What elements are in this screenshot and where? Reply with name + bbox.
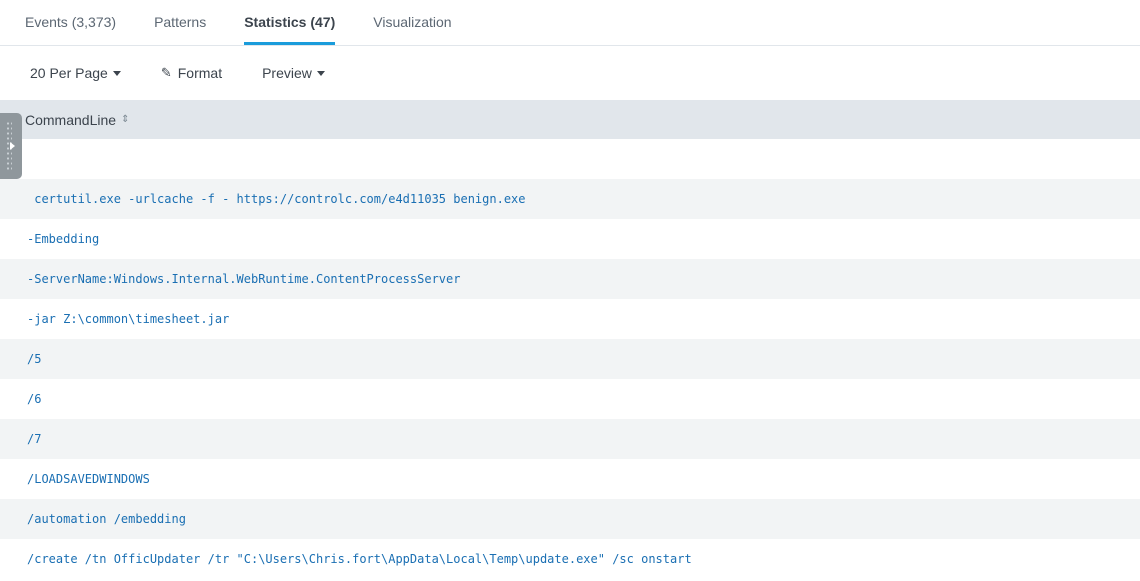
commandline-cell[interactable]: /create /tn OfficUpdater /tr "C:\Users\C… bbox=[27, 552, 692, 566]
commandline-cell[interactable]: /7 bbox=[27, 432, 41, 446]
commandline-cell[interactable]: certutil.exe -urlcache -f - https://cont… bbox=[27, 192, 525, 206]
table-row: -jar Z:\common\timesheet.jar bbox=[0, 299, 1140, 339]
tab-patterns[interactable]: Patterns bbox=[154, 0, 206, 45]
table-row: /5 bbox=[0, 339, 1140, 379]
column-header-commandline[interactable]: CommandLine ⇕ bbox=[0, 100, 1140, 139]
commandline-cell[interactable]: -Embedding bbox=[27, 232, 99, 246]
results-tabs: Events (3,373) Patterns Statistics (47) … bbox=[0, 0, 1140, 46]
per-page-label: 20 Per Page bbox=[30, 65, 108, 81]
table-row: /create /tn OfficUpdater /tr "C:\Users\C… bbox=[0, 539, 1140, 579]
table-row: /7 bbox=[0, 419, 1140, 459]
sort-icon[interactable]: ⇕ bbox=[121, 114, 129, 125]
pencil-icon: ✎ bbox=[160, 65, 172, 80]
preview-label: Preview bbox=[262, 65, 312, 81]
column-header-label: CommandLine bbox=[25, 111, 117, 128]
table-body: certutil.exe -urlcache -f - https://cont… bbox=[0, 139, 1140, 579]
tab-events[interactable]: Events (3,373) bbox=[25, 0, 116, 45]
table-row bbox=[0, 139, 1140, 179]
expand-handle-icon bbox=[10, 142, 15, 150]
results-toolbar: 20 Per Page ✎ Format Preview bbox=[0, 46, 1140, 100]
table-row: /automation /embedding bbox=[0, 499, 1140, 539]
commandline-cell[interactable]: /5 bbox=[27, 352, 41, 366]
tab-visualization[interactable]: Visualization bbox=[373, 0, 451, 45]
table-row: -Embedding bbox=[0, 219, 1140, 259]
commandline-cell[interactable]: /automation /embedding bbox=[27, 512, 186, 526]
commandline-cell[interactable]: /LOADSAVEDWINDOWS bbox=[27, 472, 150, 486]
caret-down-icon bbox=[112, 70, 121, 76]
caret-down-icon bbox=[316, 70, 325, 76]
commandline-cell[interactable]: /6 bbox=[27, 392, 41, 406]
table-row: /LOADSAVEDWINDOWS bbox=[0, 459, 1140, 499]
tab-statistics[interactable]: Statistics (47) bbox=[244, 0, 336, 45]
format-label: Format bbox=[177, 65, 223, 81]
commandline-cell[interactable]: -ServerName:Windows.Internal.WebRuntime.… bbox=[27, 272, 460, 286]
table-row: -ServerName:Windows.Internal.WebRuntime.… bbox=[0, 259, 1140, 299]
per-page-dropdown[interactable]: 20 Per Page bbox=[30, 65, 121, 81]
preview-dropdown[interactable]: Preview bbox=[262, 65, 325, 81]
table-row: /6 bbox=[0, 379, 1140, 419]
table-row: certutil.exe -urlcache -f - https://cont… bbox=[0, 179, 1140, 219]
format-button[interactable]: ✎ Format bbox=[161, 65, 222, 81]
statistics-table: CommandLine ⇕ certutil.exe -urlcache -f … bbox=[0, 100, 1140, 579]
commandline-cell[interactable]: -jar Z:\common\timesheet.jar bbox=[27, 312, 229, 326]
expand-handle[interactable] bbox=[0, 113, 22, 179]
